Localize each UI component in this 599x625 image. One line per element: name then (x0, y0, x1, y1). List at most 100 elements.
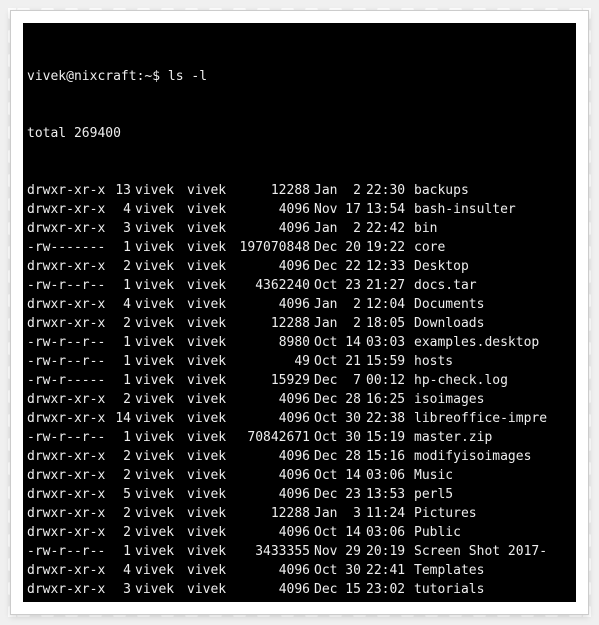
file-time: 11:24 (366, 504, 410, 523)
file-group: vivek (187, 371, 235, 390)
file-date: Dec 28 (314, 447, 364, 466)
file-date: Oct 14 (314, 333, 364, 352)
file-time: 12:33 (366, 257, 410, 276)
file-links: 2 (107, 447, 131, 466)
file-perms: drwxr-xr-x (27, 295, 107, 314)
decorative-frame: vivek@nixcraft:~$ ls -l total 269400 drw… (10, 10, 589, 615)
file-group: vivek (187, 485, 235, 504)
file-date: Jan 2 (314, 314, 364, 333)
file-name: backups (414, 183, 469, 198)
file-owner: vivek (135, 181, 183, 200)
file-size: 49 (235, 352, 310, 371)
file-group: vivek (187, 542, 235, 561)
file-links: 2 (107, 257, 131, 276)
file-date: Oct 30 (314, 561, 364, 580)
file-links: 1 (107, 333, 131, 352)
file-links: 1 (107, 238, 131, 257)
file-group: vivek (187, 200, 235, 219)
file-time: 22:30 (366, 181, 410, 200)
file-links: 1 (107, 371, 131, 390)
file-owner: vivek (135, 580, 183, 599)
file-name: Public (414, 525, 461, 540)
list-item: -rw-r--r--1vivekvivek8155Oct 1623:47ubun… (27, 599, 572, 602)
file-links: 2 (107, 390, 131, 409)
file-date: Dec 15 (314, 580, 364, 599)
file-time: 22:41 (366, 561, 410, 580)
file-time: 13:54 (366, 200, 410, 219)
file-name: libreoffice-impre (414, 411, 547, 426)
file-owner: vivek (135, 238, 183, 257)
file-owner: vivek (135, 295, 183, 314)
file-owner: vivek (135, 409, 183, 428)
prompt-symbol: $ (152, 69, 160, 84)
file-name: Templates (414, 563, 484, 578)
file-date: Jan 2 (314, 181, 364, 200)
file-size: 197070848 (235, 238, 310, 257)
file-perms: drwxr-xr-x (27, 409, 107, 428)
file-date: Dec 20 (314, 238, 364, 257)
list-item: drwxr-xr-x3vivekvivek4096Jan 222:42bin (27, 219, 572, 238)
file-name: Desktop (414, 259, 469, 274)
file-perms: -rw------- (27, 238, 107, 257)
file-group: vivek (187, 238, 235, 257)
list-item: drwxr-xr-x2vivekvivek4096Oct 1403:06Publ… (27, 523, 572, 542)
file-date: Oct 14 (314, 466, 364, 485)
file-date: Nov 17 (314, 200, 364, 219)
file-owner: vivek (135, 447, 183, 466)
file-size: 12288 (235, 314, 310, 333)
file-links: 1 (107, 352, 131, 371)
file-size: 4096 (235, 561, 310, 580)
total-line: total 269400 (27, 124, 572, 143)
list-item: drwxr-xr-x2vivekvivek4096Dec 2212:33Desk… (27, 257, 572, 276)
file-time: 15:19 (366, 428, 410, 447)
prompt-user-host: vivek@nixcraft (27, 69, 137, 84)
file-time: 21:27 (366, 276, 410, 295)
file-perms: -rw-r----- (27, 371, 107, 390)
list-item: drwxr-xr-x2vivekvivek12288Jan 311:24Pict… (27, 504, 572, 523)
file-time: 00:12 (366, 371, 410, 390)
file-size: 4096 (235, 485, 310, 504)
prompt-line-1: vivek@nixcraft:~$ ls -l (27, 67, 572, 86)
file-owner: vivek (135, 390, 183, 409)
file-date: Oct 14 (314, 523, 364, 542)
file-perms: -rw-r--r-- (27, 599, 107, 602)
file-size: 4096 (235, 257, 310, 276)
file-time: 22:38 (366, 409, 410, 428)
file-group: vivek (187, 390, 235, 409)
file-name: examples.desktop (414, 335, 539, 350)
file-name: hosts (414, 354, 453, 369)
file-date: Jan 2 (314, 219, 364, 238)
file-links: 5 (107, 485, 131, 504)
file-date: Oct 21 (314, 352, 364, 371)
file-owner: vivek (135, 428, 183, 447)
file-listing: drwxr-xr-x13vivekvivek12288Jan 222:30bac… (27, 181, 572, 602)
file-owner: vivek (135, 561, 183, 580)
terminal-window[interactable]: vivek@nixcraft:~$ ls -l total 269400 drw… (23, 23, 576, 602)
file-owner: vivek (135, 200, 183, 219)
file-perms: -rw-r--r-- (27, 542, 107, 561)
list-item: drwxr-xr-x13vivekvivek12288Jan 222:30bac… (27, 181, 572, 200)
file-date: Jan 2 (314, 295, 364, 314)
file-group: vivek (187, 561, 235, 580)
file-links: 2 (107, 314, 131, 333)
file-time: 12:04 (366, 295, 410, 314)
file-name: Documents (414, 297, 484, 312)
file-owner: vivek (135, 504, 183, 523)
file-perms: drwxr-xr-x (27, 523, 107, 542)
file-links: 14 (107, 409, 131, 428)
file-name: tutorials (414, 582, 484, 597)
file-date: Dec 28 (314, 390, 364, 409)
file-owner: vivek (135, 599, 183, 602)
file-owner: vivek (135, 542, 183, 561)
file-perms: drwxr-xr-x (27, 580, 107, 599)
file-time: 19:22 (366, 238, 410, 257)
file-group: vivek (187, 428, 235, 447)
file-date: Oct 16 (314, 599, 364, 602)
file-links: 1 (107, 428, 131, 447)
file-links: 4 (107, 561, 131, 580)
list-item: -rw-r--r--1vivekvivek49Oct 2115:59hosts (27, 352, 572, 371)
file-size: 3433355 (235, 542, 310, 561)
list-item: -rw-r--r--1vivekvivek4362240Oct 2321:27d… (27, 276, 572, 295)
file-date: Nov 29 (314, 542, 364, 561)
file-date: Oct 30 (314, 409, 364, 428)
